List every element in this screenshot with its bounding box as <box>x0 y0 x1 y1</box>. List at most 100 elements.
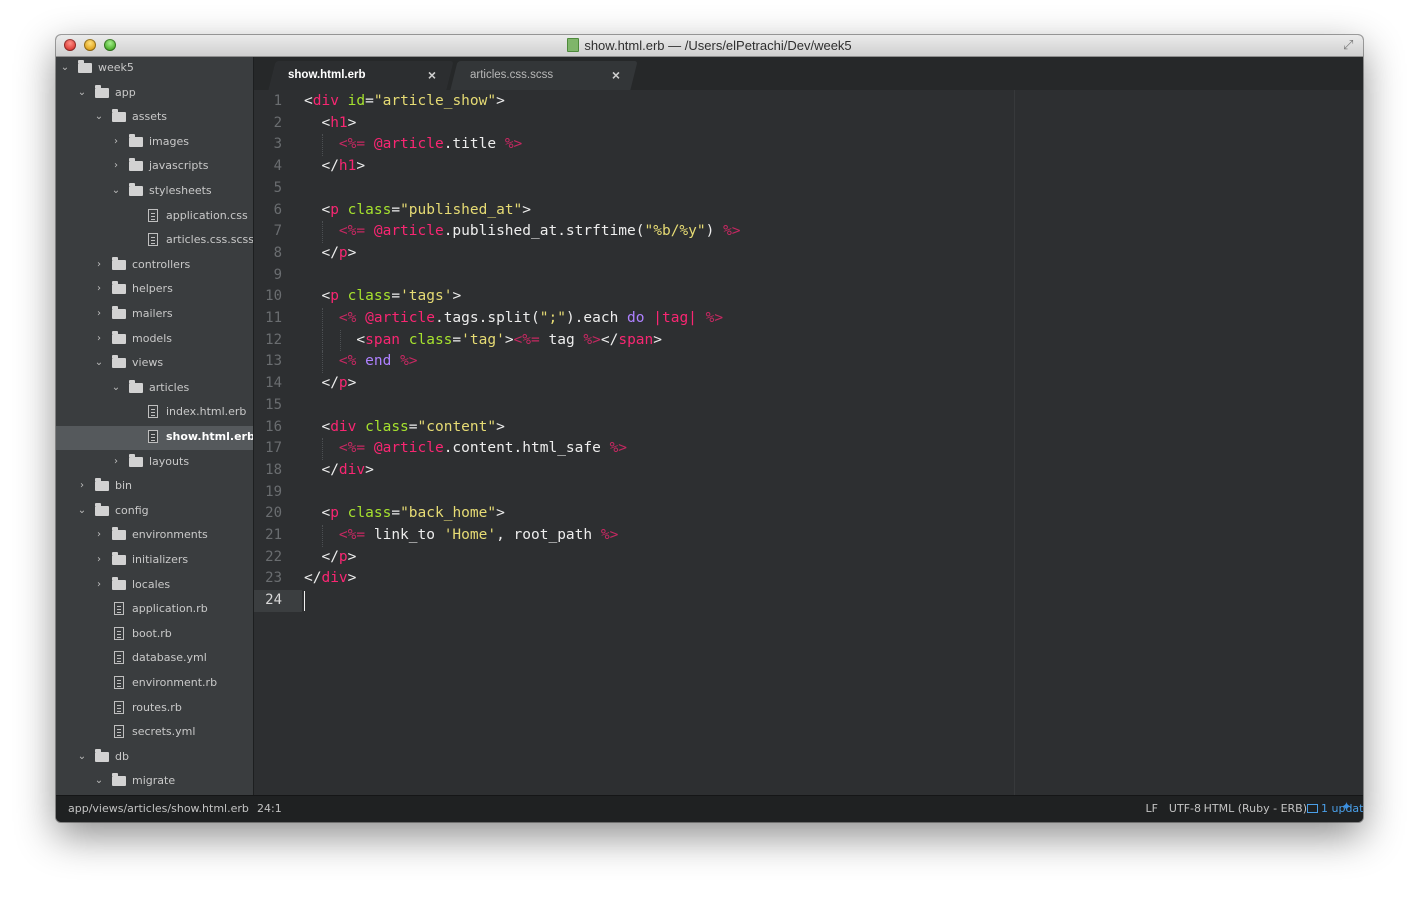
chevron-right-icon[interactable]: › <box>77 480 87 492</box>
code-editor[interactable]: 1 2 3 4 5 6 7 8 9 10 11 12 13 14 15 16 17 18 19 20 21 22 23 24 … <box>254 90 1363 796</box>
status-line-ending[interactable]: LF <box>1146 802 1158 815</box>
sidebar-item-bin[interactable]: › bin <box>56 475 253 499</box>
code-token: < <box>304 93 313 109</box>
sidebar-item-index-html-erb[interactable]: index.html.erb <box>56 401 253 425</box>
file-icon <box>114 602 124 616</box>
fullscreen-icon[interactable]: ⤢ <box>1343 38 1357 52</box>
sidebar-item-mailers[interactable]: › mailers <box>56 303 253 327</box>
sidebar-item-week5[interactable]: ⌄ week5 <box>56 57 253 81</box>
sidebar-item-initializers[interactable]: › initializers <box>56 549 253 573</box>
sidebar-item-articles[interactable]: ⌄ articles <box>56 377 253 401</box>
document-icon <box>567 38 580 52</box>
sidebar-item-routes-rb[interactable]: routes.rb <box>56 697 253 721</box>
chevron-down-icon[interactable]: ⌄ <box>77 87 87 99</box>
sidebar-item-boot-rb[interactable]: boot.rb <box>56 623 253 647</box>
sidebar-item-application-css[interactable]: application.css <box>56 205 253 229</box>
chevron-right-icon[interactable]: › <box>94 259 104 271</box>
chevron-down-icon[interactable]: ⌄ <box>111 185 121 197</box>
sidebar-item-config[interactable]: ⌄ config <box>56 500 253 524</box>
code-line[interactable]: </div> <box>304 568 356 590</box>
code-line[interactable]: <%= @article.published_at.strftime("%b/%… <box>304 221 741 243</box>
status-encoding[interactable]: UTF-8 <box>1169 802 1201 815</box>
code-token: @article <box>373 223 444 240</box>
sidebar-item-models[interactable]: › models <box>56 328 253 352</box>
title-bar[interactable]: show.html.erb — /Users/elPetrachi/Dev/we… <box>56 35 1363 57</box>
sidebar-item-app[interactable]: ⌄ app <box>56 82 253 106</box>
chevron-right-icon[interactable]: › <box>111 160 121 172</box>
status-grammar[interactable]: HTML (Ruby - ERB) <box>1204 802 1307 815</box>
sidebar-item-helpers[interactable]: › helpers <box>56 278 253 302</box>
code-line[interactable]: <div id="article_show"> <box>304 91 505 113</box>
code-token: , root_path <box>496 527 601 543</box>
sidebar-item-views[interactable]: ⌄ views <box>56 352 253 376</box>
code-token: do <box>627 310 645 326</box>
code-line[interactable]: </h1> <box>304 156 365 178</box>
status-cursor-position[interactable]: 24:1 <box>257 802 282 815</box>
indent-guide <box>339 329 341 352</box>
feedback-bird-icon[interactable]: ✦ <box>1341 801 1355 815</box>
sidebar-item-javascripts[interactable]: › javascripts <box>56 155 253 179</box>
code-line[interactable]: <% end %> <box>304 351 418 373</box>
sidebar-item-database-yml[interactable]: database.yml <box>56 647 253 671</box>
tab-show-html-erb[interactable]: show.html.erb × <box>268 61 454 90</box>
code-token: id <box>347 93 366 109</box>
code-area[interactable]: <div id="article_show"> <h1> <%= @articl… <box>304 90 1363 796</box>
chevron-right-icon[interactable]: › <box>94 579 104 591</box>
code-line[interactable]: </p> <box>304 547 356 569</box>
chevron-down-icon[interactable]: ⌄ <box>77 751 87 763</box>
code-token: ";" <box>539 310 566 326</box>
sidebar-item-migrate[interactable]: ⌄ migrate <box>56 770 253 794</box>
code-line[interactable]: <h1> <box>304 113 356 135</box>
chevron-right-icon[interactable]: › <box>94 283 104 295</box>
sidebar-item-environment-rb[interactable]: environment.rb <box>56 672 253 696</box>
code-line[interactable]: <p class='tags'> <box>304 286 461 308</box>
status-file-path[interactable]: app/views/articles/show.html.erb <box>68 802 249 815</box>
chevron-right-icon[interactable]: › <box>94 554 104 566</box>
chevron-right-icon[interactable]: › <box>94 529 104 541</box>
chevron-down-icon[interactable]: ⌄ <box>94 775 104 787</box>
sidebar-item-images[interactable]: › images <box>56 131 253 155</box>
sidebar-item-environments[interactable]: › environments <box>56 524 253 548</box>
folder-icon <box>112 109 126 123</box>
line-number: 10 <box>265 288 282 305</box>
code-token: ).each <box>565 310 628 326</box>
chevron-right-icon[interactable]: › <box>94 308 104 320</box>
tab-close-icon[interactable]: × <box>428 67 436 83</box>
sidebar-item-application-rb[interactable]: application.rb <box>56 598 253 622</box>
sidebar-item-stylesheets[interactable]: ⌄ stylesheets <box>56 180 253 204</box>
tab-articles-css-scss[interactable]: articles.css.scss × <box>450 61 638 90</box>
chevron-right-icon[interactable]: › <box>111 456 121 468</box>
code-line[interactable]: <%= @article.title %> <box>304 134 522 156</box>
sidebar-item-show-html-erb[interactable]: show.html.erb <box>56 426 253 450</box>
sidebar-item-controllers[interactable]: › controllers <box>56 254 253 278</box>
line-number: 4 <box>273 158 282 175</box>
tab-close-icon[interactable]: × <box>612 67 620 83</box>
sidebar-item-assets[interactable]: ⌄ assets <box>56 106 253 130</box>
code-line[interactable]: <%= link_to 'Home', root_path %> <box>304 525 618 547</box>
code-line[interactable]: <p class="back_home"> <box>304 503 504 525</box>
chevron-right-icon[interactable]: › <box>111 136 121 148</box>
chevron-down-icon[interactable]: ⌄ <box>77 505 87 517</box>
file-icon <box>148 233 158 247</box>
code-line[interactable]: <% @article.tags.split(";").each do |tag… <box>304 308 723 330</box>
sidebar-item-layouts[interactable]: › layouts <box>56 451 253 475</box>
sidebar-item-secrets-yml[interactable]: secrets.yml <box>56 721 253 745</box>
chevron-down-icon[interactable]: ⌄ <box>60 62 70 74</box>
code-token: </ <box>304 244 339 261</box>
sidebar-item-db[interactable]: ⌄ db <box>56 746 253 770</box>
code-line[interactable]: <span class='tag'><%= tag %></span> <box>304 330 662 352</box>
code-line[interactable]: </p> <box>304 373 356 395</box>
sidebar-item-articles-css-scss[interactable]: articles.css.scss <box>56 229 253 253</box>
sidebar-item-label: images <box>149 134 189 148</box>
chevron-right-icon[interactable]: › <box>94 333 104 345</box>
chevron-down-icon[interactable]: ⌄ <box>94 111 104 123</box>
sidebar-item-locales[interactable]: › locales <box>56 574 253 598</box>
code-line[interactable]: <div class="content"> <box>304 417 504 439</box>
code-line[interactable]: </div> <box>304 460 373 482</box>
chevron-down-icon[interactable]: ⌄ <box>111 382 121 394</box>
code-line[interactable]: </p> <box>304 243 356 265</box>
code-line[interactable]: <%= @article.content.html_safe %> <box>304 438 627 460</box>
code-line[interactable]: <p class="published_at"> <box>304 200 531 222</box>
chevron-down-icon[interactable]: ⌄ <box>94 357 104 369</box>
